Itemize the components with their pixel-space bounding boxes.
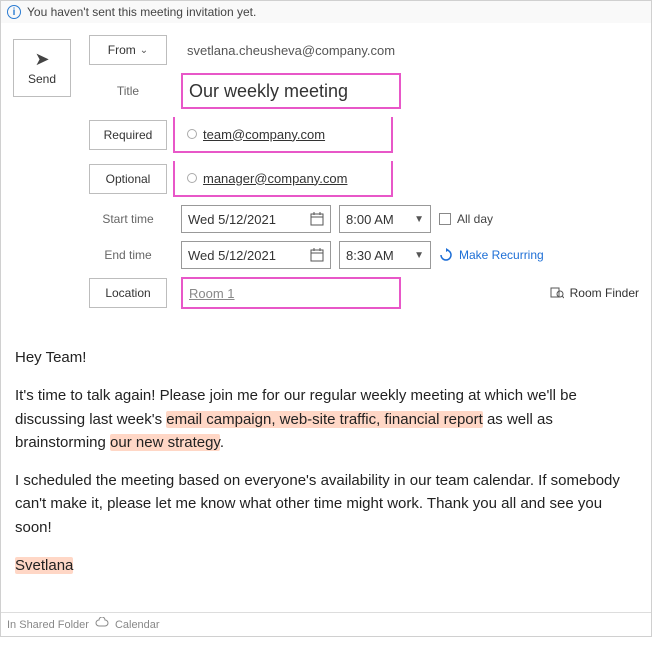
end-date-text: Wed 5/12/2021: [188, 248, 276, 263]
folder-name: Calendar: [115, 619, 160, 631]
presence-icon: [187, 129, 197, 139]
send-button[interactable]: ➤ Send: [13, 39, 71, 97]
required-attendee[interactable]: team@company.com: [179, 119, 387, 149]
info-icon: i: [7, 5, 21, 19]
required-label: Required: [104, 128, 153, 142]
from-button[interactable]: From ⌄: [89, 35, 167, 65]
from-value: svetlana.cheusheva@company.com: [181, 43, 639, 58]
calendar-icon: [310, 212, 324, 226]
calendar-icon: [310, 248, 324, 262]
required-button[interactable]: Required: [89, 120, 167, 150]
message-body[interactable]: Hey Team! It's time to talk again! Pleas…: [1, 313, 651, 612]
end-date-input[interactable]: Wed 5/12/2021: [181, 241, 331, 269]
end-time-input[interactable]: 8:30 AM ▼: [339, 241, 431, 269]
room-finder-icon: [550, 285, 564, 302]
room-finder-button[interactable]: Room Finder: [550, 285, 639, 302]
send-icon: ➤: [34, 50, 49, 68]
title-label: Title: [89, 84, 167, 98]
info-bar: i You haven't sent this meeting invitati…: [1, 1, 651, 23]
location-button[interactable]: Location: [89, 278, 167, 308]
checkbox-icon: [439, 213, 451, 225]
start-date-input[interactable]: Wed 5/12/2021: [181, 205, 331, 233]
status-bar: In Shared Folder Calendar: [1, 612, 651, 636]
end-time-label: End time: [89, 248, 167, 262]
body-paragraph-2: I scheduled the meeting based on everyon…: [15, 469, 637, 539]
all-day-checkbox[interactable]: All day: [439, 212, 493, 226]
body-greeting: Hey Team!: [15, 346, 637, 369]
highlight-topics: email campaign, web-site traffic, financ…: [166, 411, 483, 428]
make-recurring-label: Make Recurring: [459, 248, 544, 262]
body-signature: Svetlana: [15, 557, 73, 574]
send-label: Send: [28, 72, 56, 86]
start-date-text: Wed 5/12/2021: [188, 212, 276, 227]
recurring-icon: [439, 248, 453, 262]
all-day-label: All day: [457, 212, 493, 226]
chevron-down-icon: ⌄: [140, 45, 148, 56]
make-recurring-button[interactable]: Make Recurring: [439, 248, 544, 262]
caret-down-icon: ▼: [414, 250, 424, 261]
highlight-strategy: our new strategy: [110, 434, 220, 451]
info-message: You haven't sent this meeting invitation…: [27, 5, 256, 19]
folder-label: In Shared Folder: [7, 619, 89, 631]
caret-down-icon: ▼: [414, 214, 424, 225]
location-label: Location: [105, 286, 150, 300]
optional-label: Optional: [106, 172, 151, 186]
start-time-label: Start time: [89, 212, 167, 226]
from-label: From: [108, 43, 136, 57]
end-time-text: 8:30 AM: [346, 248, 394, 263]
cloud-icon: [95, 617, 109, 632]
room-finder-label: Room Finder: [570, 286, 639, 300]
required-attendee-name: team@company.com: [203, 127, 325, 142]
optional-attendee[interactable]: manager@company.com: [179, 163, 387, 193]
location-value: Room 1: [189, 286, 235, 301]
optional-button[interactable]: Optional: [89, 164, 167, 194]
title-text: Our weekly meeting: [189, 81, 348, 102]
optional-attendee-name: manager@company.com: [203, 171, 347, 186]
start-time-text: 8:00 AM: [346, 212, 394, 227]
start-time-input[interactable]: 8:00 AM ▼: [339, 205, 431, 233]
title-input[interactable]: Our weekly meeting: [181, 73, 401, 109]
presence-icon: [187, 173, 197, 183]
location-input[interactable]: Room 1: [181, 277, 401, 309]
body-paragraph-1: It's time to talk again! Please join me …: [15, 384, 637, 454]
compose-form: ➤ Send From ⌄ svetlana.cheusheva@company…: [1, 23, 651, 313]
